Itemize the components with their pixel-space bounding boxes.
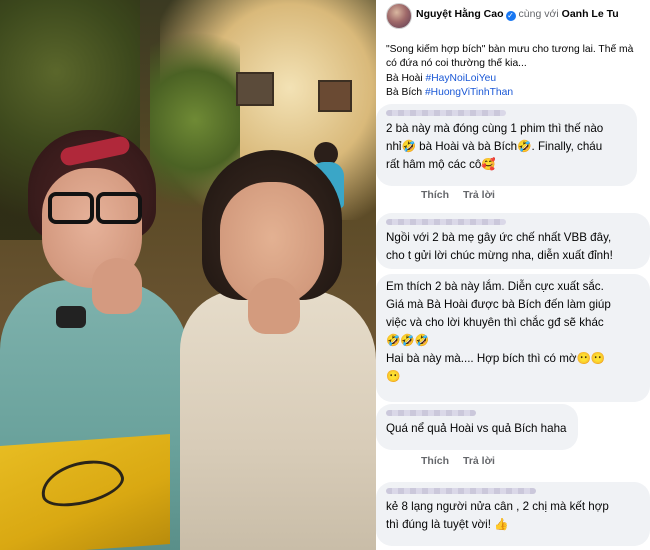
comment-bubble: Quá nể quả Hoài vs quả Bích haha bbox=[376, 404, 578, 450]
like-button[interactable]: Thích bbox=[421, 455, 449, 467]
comment-text: Quá nể quả Hoài vs quả Bích haha bbox=[386, 422, 567, 435]
smartwatch bbox=[56, 306, 86, 328]
reply-button[interactable]: Trả lời bbox=[463, 189, 495, 201]
wall-frame bbox=[318, 80, 352, 112]
wall-frame bbox=[236, 72, 274, 106]
redacted-username bbox=[386, 410, 476, 416]
comment-text: 2 bà này mà đóng cùng 1 phim thì thế nào bbox=[386, 122, 604, 135]
comment-bubble: Ngồi với 2 bà mẹ gây ức chế nhất VBB đây… bbox=[376, 213, 650, 269]
comment-text: cho t gửi lời chúc mừng nha, diễn xuất đ… bbox=[386, 249, 613, 262]
with-label: cùng với bbox=[518, 8, 559, 20]
author-line: Nguyệt Hằng Cao ✓ cùng với Oanh Le Tu bbox=[416, 8, 619, 21]
caption-text: "Song kiếm hợp bích" bàn mưu cho tương l… bbox=[386, 44, 634, 70]
comment-text: Ngồi với 2 bà mẹ gây ức chế nhất VBB đây… bbox=[386, 231, 612, 244]
post-caption: "Song kiếm hợp bích" bàn mưu cho tương l… bbox=[386, 43, 646, 101]
redacted-username bbox=[386, 110, 506, 116]
redacted-username bbox=[386, 219, 506, 225]
caption-line: Bà Bích #HuongViTinhThan bbox=[386, 86, 646, 100]
comment-text: nhỉ🤣 bà Hoài và bà Bích🤣. Finally, cháu bbox=[386, 140, 603, 153]
comment-text: việc và cho lời khuyên thì chắc gđ sẽ kh… bbox=[386, 316, 604, 329]
reply-button[interactable]: Trả lời bbox=[463, 455, 495, 467]
hashtag-link[interactable]: #HayNoiLoiYeu bbox=[426, 73, 497, 84]
hashtag-link[interactable]: #HuongViTinhThan bbox=[425, 87, 513, 98]
comment-bubble: Em thích 2 bà này lắm. Diễn cực xuất sắc… bbox=[376, 274, 650, 402]
redacted-username bbox=[386, 488, 536, 494]
comment-actions: Thích Trả lời bbox=[421, 455, 509, 467]
glasses bbox=[48, 192, 142, 224]
verified-badge-icon: ✓ bbox=[505, 11, 516, 21]
caption-prefix: Bà Bích bbox=[386, 87, 423, 99]
comment-text: Em thích 2 bà này lắm. Diễn cực xuất sắc… bbox=[386, 280, 604, 293]
woman-right bbox=[180, 150, 376, 550]
post-header: Nguyệt Hằng Cao ✓ cùng với Oanh Le Tu bbox=[376, 0, 650, 36]
comment-text: Giá mà Bà Hoài được bà Bích đến làm giúp bbox=[386, 298, 611, 311]
comment-actions: Thích Trả lời bbox=[421, 189, 509, 201]
caption-line: Bà Hoài #HayNoiLoiYeu bbox=[386, 72, 646, 86]
author-name[interactable]: Nguyệt Hằng Cao bbox=[416, 8, 504, 20]
comment-text: rất hâm mộ các cô🥰 bbox=[386, 158, 496, 171]
comment-text: Hai bà này mà.... Hợp bích thì có mờ😶😶 bbox=[386, 352, 606, 365]
like-button[interactable]: Thích bbox=[421, 189, 449, 201]
comment-text: 😶 bbox=[386, 370, 401, 383]
comment-bubble: 2 bà này mà đóng cùng 1 phim thì thế nào… bbox=[376, 104, 637, 186]
caption-prefix: Bà Hoài bbox=[386, 72, 423, 84]
profile-avatar[interactable] bbox=[386, 3, 412, 29]
comment-text: kẻ 8 lạng người nửa cân , 2 chị mà kết h… bbox=[386, 500, 609, 513]
tagged-name[interactable]: Oanh Le Tu bbox=[562, 8, 619, 20]
comment-text: 🤣🤣🤣 bbox=[386, 334, 430, 347]
comment-text: thì đúng là tuyệt vời! 👍 bbox=[386, 518, 509, 531]
hand bbox=[248, 278, 300, 334]
comments-panel: Nguyệt Hằng Cao ✓ cùng với Oanh Le Tu "Song… bbox=[376, 0, 650, 550]
comment-bubble: kẻ 8 lạng người nửa cân , 2 chị mà kết h… bbox=[376, 482, 650, 546]
hand bbox=[92, 258, 142, 314]
post-photo[interactable] bbox=[0, 0, 376, 550]
